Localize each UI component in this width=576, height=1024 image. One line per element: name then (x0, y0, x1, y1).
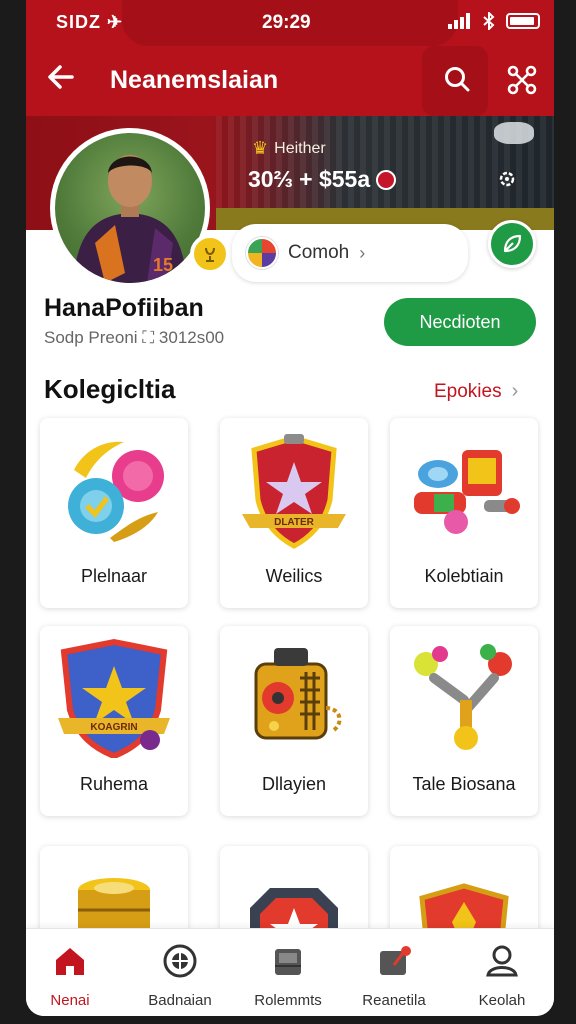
arrow-left-icon (48, 65, 74, 89)
player-subtitle: Sodp Preoni ⛶ 3012s00 (44, 328, 225, 347)
back-button[interactable] (46, 62, 76, 100)
svg-text:DLATER: DLATER (274, 517, 315, 528)
player-photo: 15 (55, 133, 205, 283)
crest-star-icon: KOAGRIN (58, 638, 170, 758)
nav-label: Nenai (50, 992, 90, 1009)
collection-card-label: Weilics (265, 566, 323, 586)
collection-card-label: Tale Biosana (412, 774, 516, 794)
battery-icon (506, 13, 540, 29)
edit-profile-button[interactable] (488, 220, 536, 268)
phone-screen: SIDZ ✈ 29:29 Neanemslaian ♛ Heither 30⅔ … (26, 0, 554, 1016)
shield-star-icon: DLATER (242, 434, 346, 549)
collection-card[interactable]: Tale Biosana (390, 626, 538, 816)
nav-label: Keolah (478, 992, 526, 1009)
bluetooth-icon (483, 12, 495, 30)
nav-item-home[interactable]: Nenai (26, 943, 122, 1009)
collection-card[interactable]: KOAGRIN Ruhema (40, 626, 188, 816)
collection-card[interactable]: Kolebtiain (390, 418, 538, 608)
collection-link-label: Epokies (434, 380, 502, 402)
app-bar: Neanemslaian (26, 46, 554, 116)
home-icon (56, 948, 84, 975)
team-selector[interactable]: Comoh › (232, 224, 468, 282)
notification-icon (380, 946, 411, 975)
toy-gadget-icon (414, 450, 520, 534)
player-name: HanaPofiiban (44, 294, 204, 322)
stadium-light (494, 122, 534, 144)
coin-balance: 30⅔ + $55a (248, 166, 397, 193)
team-logo-icon (246, 237, 278, 269)
collection-card-label: Plelnaar (80, 566, 148, 586)
page-title: Neanemslaian (110, 66, 279, 94)
verified-badge-icon (190, 234, 230, 274)
primary-action-button[interactable]: Necdioten (384, 298, 536, 346)
collection-card[interactable]: DLATER Weilics (220, 418, 368, 608)
collection-card-label: Dllayien (261, 774, 327, 794)
crown-icon: ♛ (252, 138, 269, 158)
gear-box-icon (254, 648, 342, 740)
nav-item-matches[interactable]: Badnaian (128, 943, 232, 1009)
nav-item-profile[interactable]: Keolah (450, 943, 554, 1009)
status-icons (448, 12, 540, 30)
collection-title: Kolegicltia (44, 374, 176, 404)
tier-text: Heither (274, 139, 326, 157)
status-carrier: SIDZ ✈ (56, 12, 124, 32)
coin-icon (376, 169, 397, 190)
ball-icon (163, 944, 197, 978)
status-bar: SIDZ ✈ 29:29 (26, 0, 554, 46)
settings-icon[interactable] (494, 166, 520, 192)
chevron-right-icon: › (511, 380, 519, 402)
avatar[interactable]: 15 (50, 128, 230, 288)
profile-icon (486, 945, 518, 977)
nav-item-results[interactable]: Rolemmts (236, 943, 340, 1009)
leaf-icon (503, 234, 522, 253)
collection-card-label: Ruhema (79, 774, 149, 794)
tier-label: ♛ Heither (252, 138, 326, 159)
player-figure: 15 (73, 155, 187, 283)
team-name: Comoh (288, 242, 350, 263)
nav-label: Reanetila (362, 992, 426, 1009)
bottom-navigation: Nenai Badnaian Rolemmts Reanetila Keolah (26, 928, 554, 1016)
coin-text: 30⅔ + $55a (248, 166, 371, 192)
collection-see-all-link[interactable]: Epokies › (434, 380, 518, 403)
inbox-icon (275, 949, 301, 975)
search-icon[interactable] (444, 66, 470, 92)
share-icon[interactable] (506, 64, 538, 96)
coins-icon (68, 441, 164, 542)
nav-label: Badnaian (148, 992, 212, 1009)
status-time: 29:29 (262, 12, 311, 33)
collection-card[interactable]: Plelnaar (40, 418, 188, 608)
signal-icon (448, 13, 470, 29)
nav-label: Rolemmts (254, 992, 322, 1009)
svg-text:KOAGRIN: KOAGRIN (90, 722, 137, 733)
collection-card[interactable]: Dllayien (220, 626, 368, 816)
nav-item-notifications[interactable]: Reanetila (342, 943, 446, 1009)
svg-text:15: 15 (153, 255, 173, 275)
keys-icon (414, 644, 512, 750)
collection-card-label: Kolebtiain (424, 566, 504, 586)
chevron-right-icon: › (359, 242, 366, 263)
